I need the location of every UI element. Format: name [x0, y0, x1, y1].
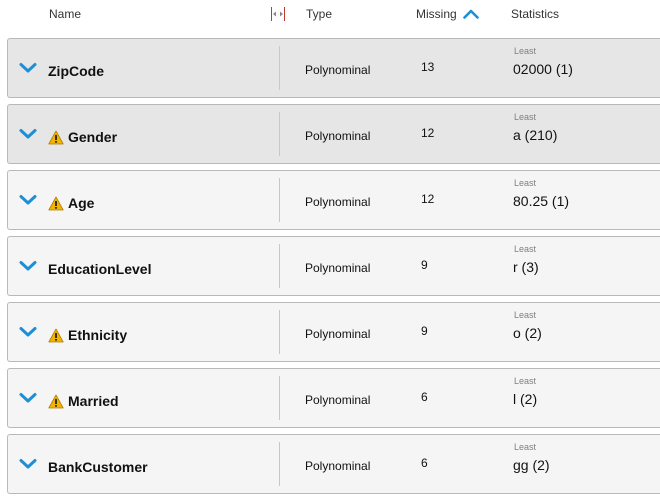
column-header-missing-label: Missing [416, 7, 457, 21]
statistic-value: 80.25 (1) [513, 193, 570, 209]
attribute-name: BankCustomer [48, 459, 148, 475]
column-divider [279, 376, 280, 420]
missing-count: 9 [421, 324, 428, 338]
chevron-down-icon[interactable] [18, 391, 38, 405]
attribute-row-age[interactable]: Age Polynominal 12 Least 80.25 (1) [7, 170, 660, 230]
missing-count: 6 [421, 456, 428, 470]
attribute-type: Polynominal [305, 195, 371, 209]
sort-ascending-icon[interactable] [463, 8, 479, 22]
missing-count: 12 [421, 192, 435, 206]
attribute-type: Polynominal [305, 63, 371, 77]
missing-count: 12 [421, 126, 435, 140]
attribute-name-cell: Age [48, 193, 94, 213]
statistic-value: 02000 (1) [513, 61, 573, 77]
attribute-name-cell: EducationLevel [48, 259, 151, 279]
attribute-name: Married [68, 393, 119, 409]
missing-count: 6 [421, 390, 428, 404]
statistic-value: gg (2) [513, 457, 550, 473]
statistic-label: Least [514, 178, 537, 188]
column-divider [279, 244, 280, 288]
statistic-label: Least [514, 244, 537, 254]
attribute-name: Age [68, 195, 95, 211]
chevron-down-icon[interactable] [18, 325, 38, 339]
statistic-value: a (210) [513, 127, 558, 143]
statistic-value: r (3) [513, 259, 539, 275]
attribute-row-married[interactable]: Married Polynominal 6 Least l (2) [7, 368, 660, 428]
column-divider [279, 442, 280, 486]
attribute-statistics-view: Name Type Missing Statistics ZipCode Pol… [0, 0, 660, 504]
statistic-label: Least [514, 112, 537, 122]
attribute-type: Polynominal [305, 393, 371, 407]
statistic-label: Least [514, 376, 537, 386]
attribute-type: Polynominal [305, 261, 371, 275]
warning-icon [48, 394, 64, 409]
column-divider [279, 112, 280, 156]
column-header-missing[interactable]: Missing [416, 7, 479, 22]
column-header-statistics[interactable]: Statistics [511, 7, 559, 21]
chevron-down-icon[interactable] [18, 193, 38, 207]
warning-icon [48, 328, 64, 343]
attribute-name-cell: ZipCode [48, 61, 104, 81]
attribute-row-ethnicity[interactable]: Ethnicity Polynominal 9 Least o (2) [7, 302, 660, 362]
attribute-list: ZipCode Polynominal 13 Least 02000 (1) G… [7, 38, 660, 500]
statistic-label: Least [514, 46, 537, 56]
attribute-row-educationlevel[interactable]: EducationLevel Polynominal 9 Least r (3) [7, 236, 660, 296]
column-resize-icon[interactable] [268, 5, 288, 23]
statistic-value: o (2) [513, 325, 542, 341]
attribute-row-zipcode[interactable]: ZipCode Polynominal 13 Least 02000 (1) [7, 38, 660, 98]
attribute-name-cell: Ethnicity [48, 325, 127, 345]
attribute-name-cell: Married [48, 391, 119, 411]
attribute-name: ZipCode [48, 63, 104, 79]
attribute-type: Polynominal [305, 459, 371, 473]
attribute-name-cell: Gender [48, 127, 117, 147]
column-header-bar: Name Type Missing Statistics [0, 0, 660, 30]
attribute-row-bankcustomer[interactable]: BankCustomer Polynominal 6 Least gg (2) [7, 434, 660, 494]
missing-count: 9 [421, 258, 428, 272]
chevron-down-icon[interactable] [18, 61, 38, 75]
column-divider [279, 310, 280, 354]
column-header-type[interactable]: Type [306, 7, 332, 21]
attribute-type: Polynominal [305, 129, 371, 143]
warning-icon [48, 196, 64, 211]
statistic-label: Least [514, 310, 537, 320]
attribute-row-gender[interactable]: Gender Polynominal 12 Least a (210) [7, 104, 660, 164]
attribute-type: Polynominal [305, 327, 371, 341]
attribute-name-cell: BankCustomer [48, 457, 148, 477]
statistic-label: Least [514, 442, 537, 452]
attribute-name: Gender [68, 129, 118, 145]
column-divider [279, 178, 280, 222]
warning-icon [48, 130, 64, 145]
chevron-down-icon[interactable] [18, 259, 38, 273]
column-divider [279, 46, 280, 90]
attribute-name: Ethnicity [68, 327, 128, 343]
chevron-down-icon[interactable] [18, 127, 38, 141]
chevron-down-icon[interactable] [18, 457, 38, 471]
column-header-name[interactable]: Name [49, 7, 81, 21]
missing-count: 13 [421, 60, 435, 74]
attribute-name: EducationLevel [48, 261, 152, 277]
statistic-value: l (2) [513, 391, 538, 407]
